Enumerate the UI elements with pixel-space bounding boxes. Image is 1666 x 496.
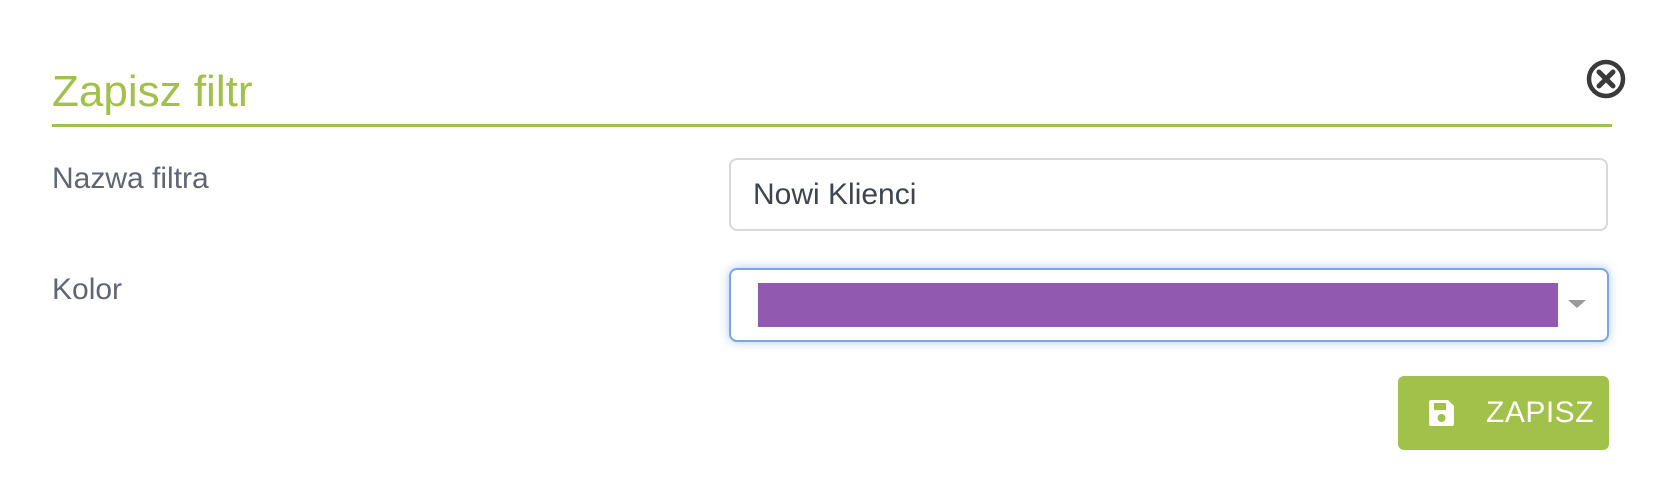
caret-down-icon [1568,300,1586,308]
dialog-title: Zapisz filtr [52,67,253,116]
save-button-label: ZAPISZ [1486,396,1595,429]
close-circle-icon [1585,58,1627,100]
color-label: Kolor [52,273,123,306]
color-select[interactable] [729,268,1609,342]
filter-name-input[interactable] [729,158,1608,231]
save-button[interactable]: ZAPISZ [1398,376,1609,450]
floppy-disk-icon [1426,398,1456,428]
filter-name-label: Nazwa filtra [52,162,209,195]
dialog-header: Zapisz filtr [52,58,1612,127]
save-filter-dialog: Zapisz filtr Nazwa filtra Kolor ZAPISZ [0,0,1666,496]
selected-color-swatch [758,283,1558,327]
close-button[interactable] [1585,58,1627,100]
